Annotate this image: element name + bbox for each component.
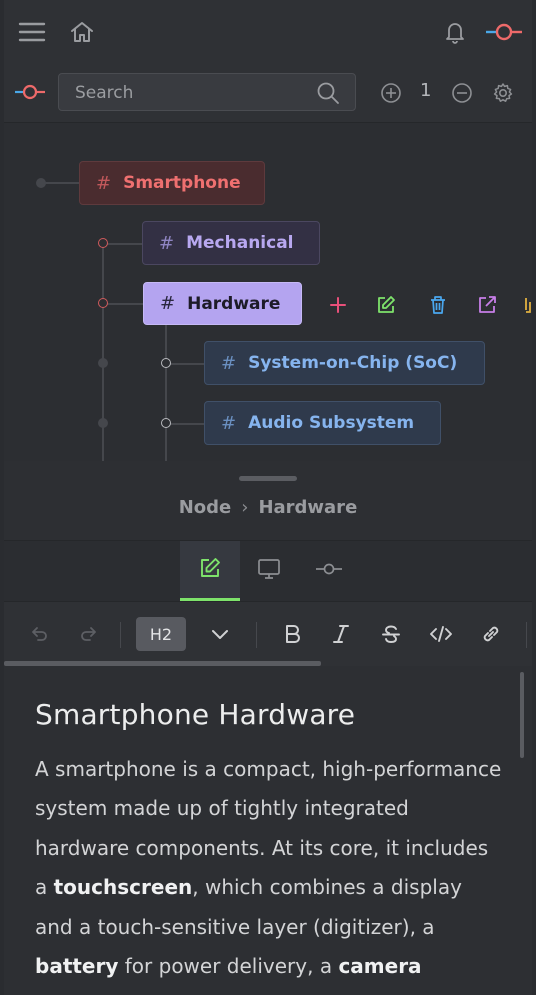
connector-line — [165, 325, 167, 461]
hash-icon: # — [160, 293, 176, 314]
text-run: for power delivery, a — [118, 954, 339, 979]
hash-icon: # — [159, 232, 175, 254]
node-logo-icon[interactable] — [484, 18, 524, 46]
editor-toolbar: H2 — [4, 601, 532, 666]
toolbar-divider — [526, 622, 527, 648]
editor-content[interactable]: Smartphone Hardware A smartphone is a co… — [4, 666, 532, 995]
monitor-icon — [257, 558, 281, 584]
settings-gear-icon[interactable] — [490, 80, 516, 106]
node-icon — [315, 561, 343, 581]
bell-icon[interactable] — [440, 18, 470, 46]
hamburger-menu-icon[interactable] — [16, 18, 48, 46]
node-label: Hardware — [187, 293, 281, 314]
tree-canvas[interactable]: # Smartphone # Mechanical # Hardware # S… — [4, 123, 532, 461]
search-box — [58, 73, 356, 111]
bold-icon[interactable] — [276, 618, 308, 650]
zoom-in-icon[interactable] — [378, 80, 404, 106]
link-icon[interactable] — [475, 618, 507, 650]
connector-line — [102, 245, 104, 461]
tab-node[interactable] — [299, 541, 359, 601]
content-heading: Smartphone Hardware — [35, 698, 356, 731]
node-type-icon[interactable] — [12, 80, 48, 104]
edit-node-icon[interactable] — [374, 293, 398, 317]
toolbar-divider — [120, 622, 121, 648]
connector-line — [165, 423, 205, 425]
zoom-level: 1 — [420, 80, 432, 101]
tree-node-mechanical[interactable]: # Mechanical — [142, 221, 320, 265]
open-external-icon[interactable] — [475, 293, 499, 317]
search-icon[interactable] — [315, 80, 341, 106]
delete-node-icon[interactable] — [426, 293, 450, 317]
details-sheet: Node › Hardware H2 Smartphone Hardware A… — [4, 461, 532, 995]
node-label: System-on-Chip (SoC) — [248, 353, 458, 373]
node-handle[interactable] — [36, 178, 46, 188]
connector-line — [102, 243, 142, 245]
node-handle — [98, 358, 108, 368]
redo-icon[interactable] — [73, 618, 105, 650]
node-label: Smartphone — [123, 173, 241, 193]
edit-icon — [199, 557, 221, 583]
tab-edit[interactable] — [180, 541, 240, 601]
chevron-right-icon: › — [241, 497, 249, 518]
view-tabs — [4, 540, 532, 601]
hash-icon: # — [96, 172, 112, 194]
search-input[interactable] — [73, 80, 317, 106]
content-paragraph: A smartphone is a compact, high-performa… — [35, 750, 505, 995]
strikethrough-icon[interactable] — [375, 618, 407, 650]
add-child-icon[interactable] — [326, 293, 350, 317]
code-icon[interactable] — [425, 618, 457, 650]
breadcrumb-item-hardware[interactable]: Hardware — [258, 497, 357, 518]
node-expand-handle[interactable] — [98, 298, 108, 308]
hash-icon: # — [221, 352, 237, 374]
heading-level-button[interactable]: H2 — [136, 617, 186, 651]
hash-icon: # — [221, 412, 237, 434]
undo-icon[interactable] — [23, 618, 55, 650]
node-expand-handle[interactable] — [161, 418, 171, 428]
connector-line — [40, 182, 80, 184]
breadcrumb: Node › Hardware — [4, 497, 532, 518]
connector-line — [102, 303, 143, 305]
node-expand-handle[interactable] — [161, 358, 171, 368]
tree-node-audio-subsystem[interactable]: # Audio Subsystem — [204, 401, 441, 445]
tree-node-smartphone[interactable]: # Smartphone — [79, 161, 265, 205]
more-actions-icon[interactable] — [520, 293, 532, 317]
node-expand-handle[interactable] — [98, 238, 108, 248]
home-icon[interactable] — [66, 18, 98, 46]
bold-text-run: touchscreen — [53, 875, 193, 900]
node-label: Audio Subsystem — [248, 413, 415, 433]
tree-node-soc[interactable]: # System-on-Chip (SoC) — [204, 341, 485, 385]
toolbar-divider — [256, 622, 257, 648]
italic-icon[interactable] — [325, 618, 357, 650]
node-label: Mechanical — [186, 233, 294, 253]
sheet-drag-handle[interactable] — [239, 476, 297, 481]
breadcrumb-item-node[interactable]: Node — [179, 497, 232, 518]
node-handle — [98, 418, 108, 428]
tree-toolbar: 1 — [4, 62, 532, 123]
app-frame: 1 # Smartphone # Mechanical — [4, 0, 532, 995]
connector-line — [165, 363, 205, 365]
bold-text-run: battery — [35, 954, 119, 979]
zoom-out-icon[interactable] — [449, 80, 475, 106]
top-bar — [4, 0, 532, 63]
tab-preview[interactable] — [239, 541, 299, 601]
chevron-down-icon[interactable] — [204, 618, 236, 650]
tree-node-hardware[interactable]: # Hardware — [143, 282, 302, 325]
content-scrollbar[interactable] — [520, 672, 524, 758]
